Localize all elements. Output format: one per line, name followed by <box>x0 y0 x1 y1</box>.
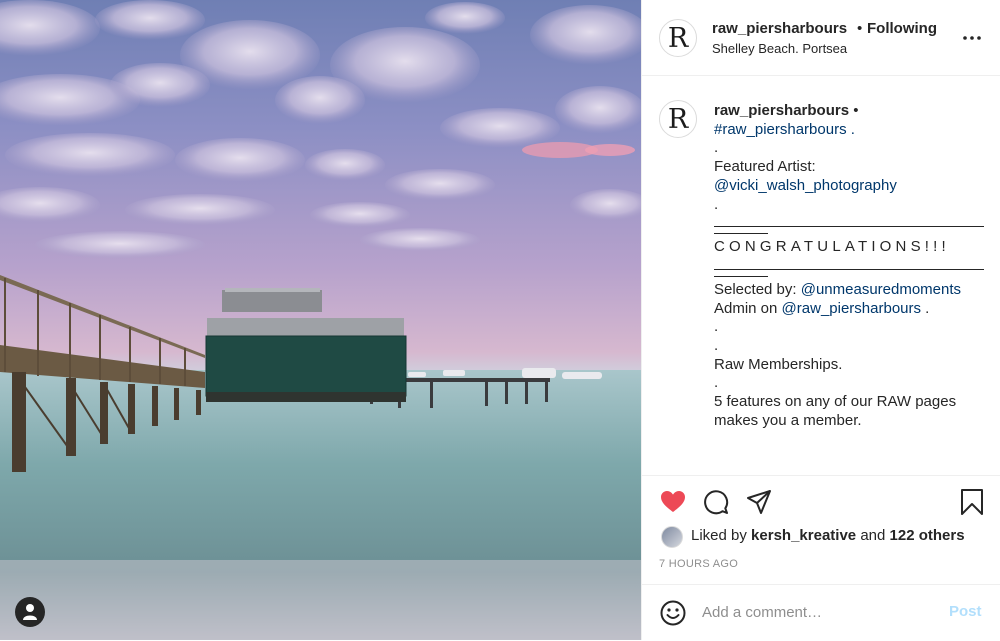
likes-others[interactable]: 122 others <box>890 527 965 544</box>
likes-prefix: Liked by <box>691 527 747 544</box>
emoji-icon[interactable] <box>659 599 687 627</box>
bookmark-icon[interactable] <box>958 488 986 516</box>
post-sidebar: R raw_piersharbours • Following Shelley … <box>641 0 1000 640</box>
avatar-logo: R <box>667 22 689 54</box>
caption-line: . <box>714 318 719 336</box>
post-timestamp[interactable]: 7 HOURS AGO <box>659 558 738 570</box>
caption-line: Admin on <box>714 299 778 317</box>
hashtag-link[interactable]: #raw_piersharbours . <box>714 121 855 138</box>
caption-line: . <box>925 299 930 317</box>
avatar-logo: R <box>667 103 689 135</box>
divider-line <box>714 226 984 228</box>
caption-line: Selected by: <box>714 280 797 298</box>
user-icon[interactable] <box>15 597 45 627</box>
caption-line: . <box>714 374 719 392</box>
caption-congrats: CONGRATULATIONS!!! <box>714 238 950 256</box>
post-photo[interactable] <box>0 0 641 640</box>
liker-username[interactable]: kersh_kreative <box>751 527 856 544</box>
caption-line: . <box>714 195 719 213</box>
comment-input[interactable] <box>702 599 932 625</box>
post-location[interactable]: Shelley Beach. Portsea <box>712 41 847 56</box>
photo-scene <box>0 0 641 640</box>
author-avatar[interactable]: R <box>659 19 697 57</box>
post-actions: Liked by kersh_kreative and 122 others 7… <box>642 475 1000 586</box>
caption-username[interactable]: raw_piersharbours <box>714 102 849 119</box>
caption-text: raw_piersharbours • #raw_piersharbours .… <box>714 102 989 431</box>
divider-line <box>714 275 768 277</box>
caption-line: Raw Memberships. <box>714 355 843 373</box>
caption-line: . <box>714 337 719 355</box>
likes-joiner: and <box>860 527 886 544</box>
divider-line <box>714 268 984 270</box>
caption-line: Featured Artist: <box>714 158 816 176</box>
author-username[interactable]: raw_piersharbours <box>712 20 847 37</box>
caption-line: makes you a member. <box>714 411 862 429</box>
caption-avatar[interactable]: R <box>659 100 697 138</box>
following-button[interactable]: Following <box>867 20 937 37</box>
mention-link[interactable]: @raw_piersharbours <box>782 300 921 317</box>
mention-link[interactable]: @vicki_walsh_photography <box>714 177 897 194</box>
likes-text: Liked by kersh_kreative and 122 others <box>691 527 965 544</box>
liker-avatar[interactable] <box>661 526 683 548</box>
share-icon[interactable] <box>745 488 773 516</box>
separator-dot: • <box>857 20 863 37</box>
caption-line: . <box>714 139 719 157</box>
caption-area: R raw_piersharbours • #raw_piersharbours… <box>642 76 1000 474</box>
caption-bullet: • <box>853 102 859 119</box>
more-options-icon[interactable] <box>960 28 984 48</box>
post-header: R raw_piersharbours • Following Shelley … <box>642 0 1000 76</box>
comment-icon[interactable] <box>702 488 730 516</box>
divider-line <box>714 233 768 235</box>
comment-bar: Post <box>642 584 1000 641</box>
heart-icon[interactable] <box>659 488 687 516</box>
caption-line: 5 features on any of our RAW pages <box>714 393 957 411</box>
post-button[interactable]: Post <box>949 603 982 620</box>
mention-link[interactable]: @unmeasuredmoments <box>801 281 961 298</box>
